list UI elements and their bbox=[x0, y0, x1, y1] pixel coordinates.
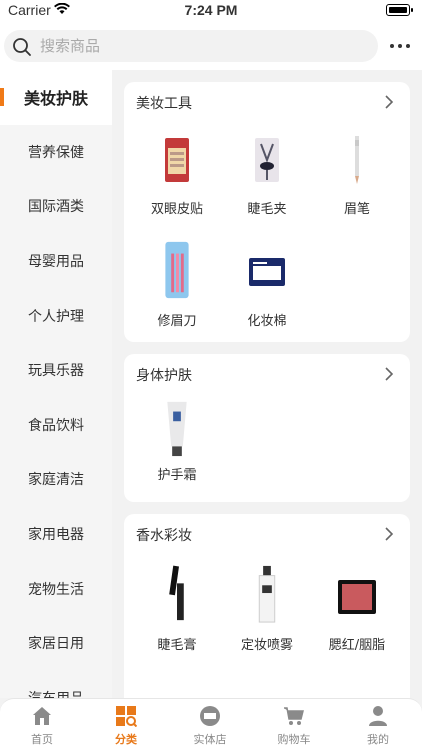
status-bar: Carrier 7:24 PM bbox=[0, 0, 422, 22]
sidebar-item-beauty[interactable]: 美妆护肤 bbox=[0, 70, 112, 125]
bottom-tab-bar: 首页 分类 实体店 购物车 我的 bbox=[0, 698, 422, 750]
eyelid-tape-product-icon bbox=[165, 138, 189, 182]
sidebar-item-nutrition[interactable]: 营养保健 bbox=[0, 125, 112, 180]
product-item[interactable]: 睫毛夹 bbox=[222, 122, 312, 222]
product-item[interactable]: 眉笔 bbox=[312, 122, 402, 222]
tab-home[interactable]: 首页 bbox=[0, 699, 84, 750]
section-header[interactable]: 身体护肤 bbox=[124, 354, 410, 394]
clock: 7:24 PM bbox=[184, 2, 238, 18]
section-header[interactable]: 香水彩妆 bbox=[124, 514, 410, 554]
product-item[interactable]: 双眼皮贴 bbox=[132, 122, 222, 222]
chevron-right-icon bbox=[385, 367, 394, 381]
search-input[interactable] bbox=[40, 34, 360, 58]
product-label: 睫毛夹 bbox=[247, 202, 287, 217]
tab-label: 购物车 bbox=[277, 733, 311, 746]
sidebar-item-toys[interactable]: 玩具乐器 bbox=[0, 343, 112, 398]
section-title: 美妆工具 bbox=[136, 96, 192, 112]
hand-cream-product-icon bbox=[167, 401, 187, 457]
tab-store[interactable]: 实体店 bbox=[168, 699, 252, 750]
product-label: 眉笔 bbox=[343, 202, 370, 217]
tab-profile[interactable]: 我的 bbox=[336, 699, 420, 750]
product-label: 护手霜 bbox=[157, 468, 197, 483]
eyebrow-pencil-product-icon bbox=[355, 136, 359, 184]
tab-label: 分类 bbox=[115, 733, 137, 746]
search-icon bbox=[13, 38, 31, 56]
sidebar-item-baby[interactable]: 母婴用品 bbox=[0, 234, 112, 289]
tab-cart[interactable]: 购物车 bbox=[252, 699, 336, 750]
search-bar[interactable] bbox=[4, 30, 378, 62]
product-label: 定妆喷雾 bbox=[240, 638, 293, 653]
product-item[interactable]: 睫毛膏 bbox=[132, 558, 222, 658]
tab-label: 我的 bbox=[367, 733, 389, 746]
home-icon bbox=[33, 707, 51, 725]
section-card: 美妆工具 双眼皮贴 睫毛夹 眉笔 修眉刀 化妆棉 bbox=[124, 82, 410, 342]
sidebar-item-home[interactable]: 家居日用 bbox=[0, 616, 112, 671]
category-icon bbox=[116, 706, 137, 727]
product-item[interactable]: 定妆喷雾 bbox=[222, 558, 312, 658]
chevron-right-icon bbox=[385, 527, 394, 541]
tab-label: 首页 bbox=[31, 733, 53, 746]
blush-product-icon bbox=[338, 580, 376, 614]
cart-icon bbox=[284, 707, 304, 725]
section-card: 身体护肤 护手霜 bbox=[124, 354, 410, 502]
setting-spray-product-icon bbox=[258, 565, 276, 623]
section-title: 香水彩妆 bbox=[136, 528, 192, 544]
product-item[interactable]: 化妆棉 bbox=[222, 234, 312, 334]
section-title: 身体护肤 bbox=[136, 368, 192, 384]
sidebar-item-liquor[interactable]: 国际酒类 bbox=[0, 179, 112, 234]
battery-icon bbox=[386, 4, 413, 16]
sidebar-item-cleaning[interactable]: 家庭清洁 bbox=[0, 452, 112, 507]
product-label: 双眼皮贴 bbox=[150, 202, 203, 217]
category-content: 美妆工具 双眼皮贴 睫毛夹 眉笔 修眉刀 化妆棉 身体护肤 护手霜 香水彩妆 睫… bbox=[112, 70, 422, 698]
store-icon bbox=[200, 706, 220, 726]
eyelash-curler-product-icon bbox=[255, 138, 279, 182]
product-item[interactable]: 护手霜 bbox=[132, 394, 222, 494]
sidebar-item-pets[interactable]: 宠物生活 bbox=[0, 561, 112, 616]
tab-category[interactable]: 分类 bbox=[84, 699, 168, 750]
mascara-product-icon bbox=[169, 565, 184, 621]
cotton-pad-product-icon bbox=[249, 258, 285, 286]
user-icon bbox=[369, 706, 387, 726]
chevron-right-icon bbox=[385, 95, 394, 109]
sidebar-item-food[interactable]: 食品饮料 bbox=[0, 398, 112, 453]
category-sidebar: 美妆护肤 营养保健 国际酒类 母婴用品 个人护理 玩具乐器 食品饮料 家庭清洁 … bbox=[0, 70, 112, 698]
sidebar-item-appliances[interactable]: 家用电器 bbox=[0, 507, 112, 562]
product-label: 化妆棉 bbox=[247, 314, 287, 329]
section-card: 香水彩妆 睫毛膏 定妆喷雾 腮红/胭脂 bbox=[124, 514, 410, 698]
product-label: 修眉刀 bbox=[157, 314, 197, 329]
product-label: 腮红/胭脂 bbox=[328, 638, 386, 653]
eyebrow-razor-product-icon bbox=[165, 241, 189, 299]
search-header bbox=[0, 22, 422, 70]
tab-label: 实体店 bbox=[193, 733, 227, 746]
product-label: 睫毛膏 bbox=[157, 638, 197, 653]
product-item[interactable]: 腮红/胭脂 bbox=[312, 558, 402, 658]
product-item[interactable]: 修眉刀 bbox=[132, 234, 222, 334]
sidebar-item-auto[interactable]: 汽车用品 bbox=[0, 671, 112, 698]
more-options-icon[interactable] bbox=[390, 36, 410, 56]
sidebar-item-personal-care[interactable]: 个人护理 bbox=[0, 288, 112, 343]
section-header[interactable]: 美妆工具 bbox=[124, 82, 410, 122]
